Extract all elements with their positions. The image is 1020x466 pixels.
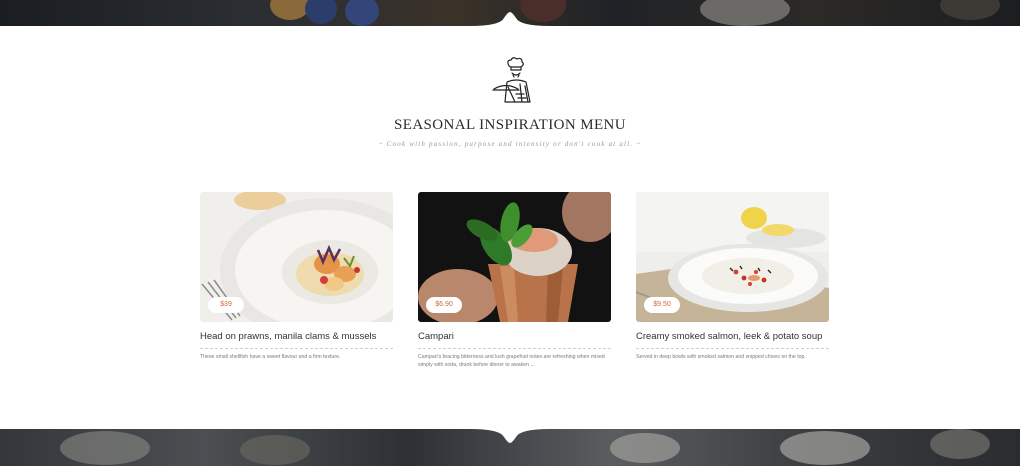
menu-card[interactable]: $6.90 Campari Campari's bracing bitterne… <box>418 192 611 369</box>
divider <box>418 348 611 349</box>
menu-item-description: Served in deep bowls with smoked salmon … <box>636 354 806 360</box>
banner-notch <box>470 429 550 443</box>
menu-item-description: These small shellfish have a sweet flavo… <box>200 354 341 360</box>
section-title: SEASONAL INSPIRATION MENU <box>394 117 626 133</box>
divider <box>636 348 829 349</box>
price-badge: $9.50 <box>644 297 680 313</box>
menu-card[interactable]: $9.50 Creamy smoked salmon, leek & potat… <box>636 192 829 361</box>
menu-item-title[interactable]: Head on prawns, manila clams & mussels <box>200 331 393 342</box>
top-banner-image <box>0 0 1020 26</box>
divider <box>200 348 393 349</box>
bottom-banner-image <box>0 429 1020 466</box>
copper-mug-cocktail-photo[interactable]: $6.90 <box>418 192 611 322</box>
chef-serving-icon <box>492 57 531 103</box>
price-badge: $39 <box>208 297 244 313</box>
price-badge: $6.90 <box>426 297 462 313</box>
banner-notch <box>470 12 550 26</box>
menu-card[interactable]: $39 Head on prawns, manila clams & musse… <box>200 192 393 361</box>
menu-item-title[interactable]: Campari <box>418 331 611 342</box>
soup-bowl-photo[interactable]: $9.50 <box>636 192 829 322</box>
section-subtitle: ~ Cook with passion, purpose and intensi… <box>378 140 642 148</box>
menu-item-title[interactable]: Creamy smoked salmon, leek & potato soup <box>636 331 829 342</box>
plated-prawns-photo[interactable]: $39 <box>200 192 393 322</box>
menu-item-description: Campari's bracing bitterness and lush gr… <box>418 354 605 368</box>
